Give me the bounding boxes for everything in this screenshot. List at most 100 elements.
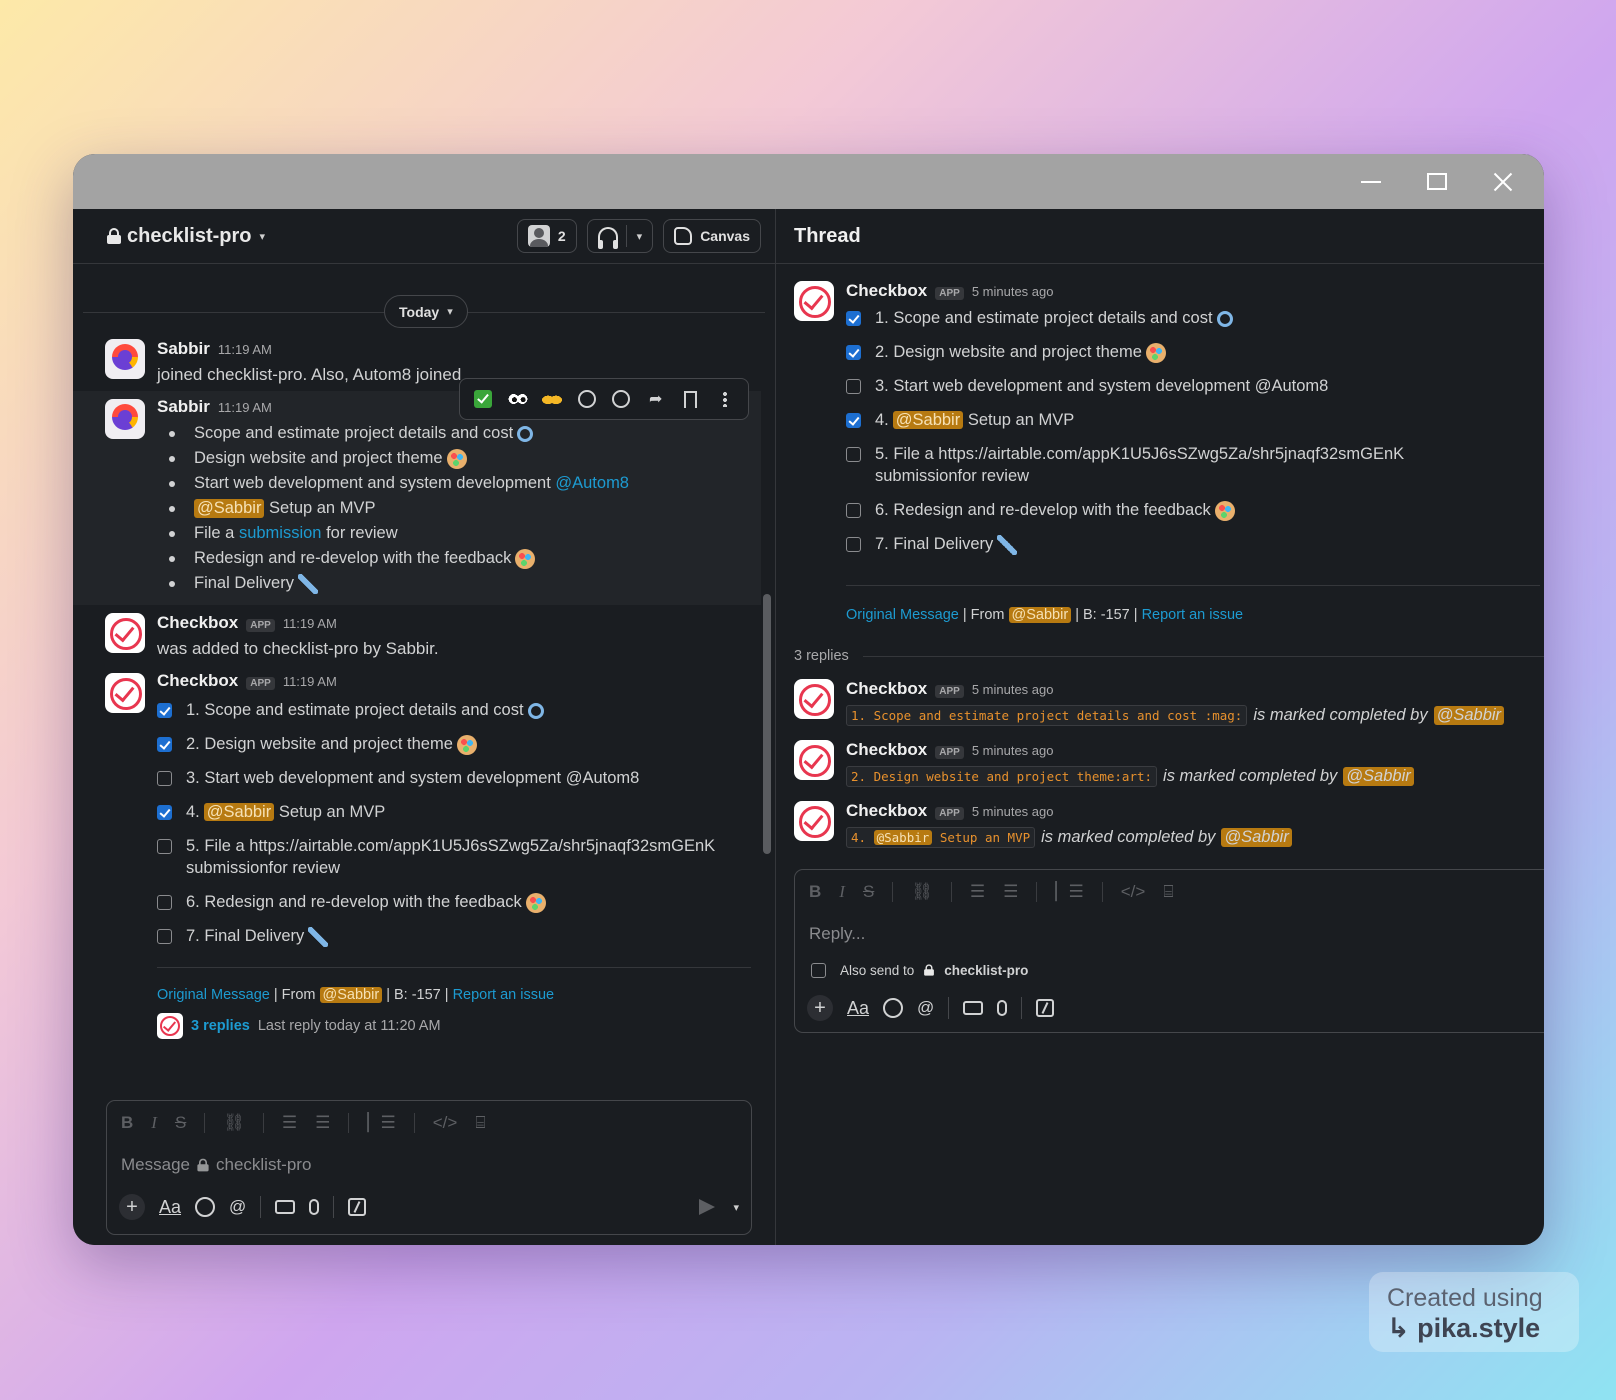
checkbox[interactable]	[157, 771, 172, 786]
original-message-link[interactable]: Original Message	[846, 607, 959, 623]
code-block-icon[interactable]: ⌸	[1163, 882, 1173, 902]
timestamp[interactable]: 11:19 AM	[283, 674, 337, 689]
checkbox[interactable]	[846, 345, 861, 360]
shortcuts-icon[interactable]	[1036, 999, 1055, 1017]
members-button[interactable]: 2	[516, 219, 577, 253]
link-icon[interactable]: ⛓	[911, 882, 933, 902]
thread-reply[interactable]: Checkbox APP 5 minutes ago 2. Design web…	[762, 736, 1530, 796]
avatar[interactable]	[794, 679, 834, 719]
thread-replies-summary[interactable]: 3 replies Last reply today at 11:20 AM	[157, 1013, 441, 1039]
channel-name-button[interactable]: checklist-pro ▾	[107, 225, 265, 248]
bold-icon[interactable]: B	[121, 1113, 133, 1133]
formatting-toggle[interactable]: Aa	[159, 1197, 181, 1218]
attach-button[interactable]: +	[807, 995, 833, 1021]
microphone-icon[interactable]	[997, 1000, 1008, 1016]
italic-icon[interactable]: I	[839, 882, 845, 902]
author-name[interactable]: Checkbox	[846, 740, 927, 760]
today-button[interactable]: Today ▾	[384, 295, 468, 328]
code-block-icon[interactable]: ⌸	[475, 1113, 485, 1133]
author-name[interactable]: Checkbox	[157, 613, 238, 633]
ordered-list-icon[interactable]: ☰	[970, 882, 985, 902]
microphone-icon[interactable]	[309, 1199, 320, 1215]
timestamp[interactable]: 11:19 AM	[283, 616, 337, 631]
message[interactable]: Sabbir 11:19 AM Scope and estimate proje…	[73, 391, 761, 605]
report-issue-link[interactable]: Report an issue	[453, 987, 555, 1003]
checkbox[interactable]	[846, 447, 861, 462]
code-icon[interactable]: </>	[1121, 882, 1146, 902]
bulleted-list-icon[interactable]: ☰	[1003, 882, 1018, 902]
checkbox[interactable]	[157, 839, 172, 854]
author-name[interactable]: Checkbox	[846, 281, 927, 301]
thread-reply[interactable]: Checkbox APP 5 minutes ago 1. Scope and …	[762, 675, 1530, 735]
checkbox[interactable]	[846, 537, 861, 552]
maximize-button[interactable]	[1404, 154, 1470, 209]
checkbox[interactable]	[846, 311, 861, 326]
react-raised-hands-button[interactable]	[542, 389, 563, 409]
author-name[interactable]: Checkbox	[157, 671, 238, 691]
timestamp[interactable]: 5 minutes ago	[972, 284, 1054, 299]
thread-reply[interactable]: Checkbox APP 5 minutes ago 4. @Sabbir Se…	[762, 797, 1530, 857]
message-input[interactable]: Message checklist-pro	[107, 1145, 751, 1185]
also-send-option[interactable]: Also send to checklist-pro	[795, 954, 1544, 986]
mention[interactable]: @Sabbir	[194, 499, 265, 518]
timestamp[interactable]: 11:19 AM	[218, 400, 272, 415]
bulleted-list-icon[interactable]: ☰	[315, 1113, 330, 1133]
strikethrough-icon[interactable]: S	[175, 1113, 186, 1133]
message[interactable]: Checkbox APP 11:19 AM 1. Scope and estim…	[73, 665, 761, 1065]
author-name[interactable]: Checkbox	[846, 801, 927, 821]
add-reaction-button[interactable]	[577, 389, 597, 409]
avatar[interactable]	[794, 740, 834, 780]
checkbox[interactable]	[157, 929, 172, 944]
checkbox[interactable]	[846, 413, 861, 428]
close-button[interactable]	[1470, 154, 1536, 209]
chevron-down-icon[interactable]: ▾	[733, 1201, 739, 1214]
checkbox[interactable]	[846, 379, 861, 394]
thread-root-message[interactable]: Checkbox APP 5 minutes ago 1. Scope and …	[762, 277, 1540, 623]
reply-in-thread-button[interactable]	[611, 389, 631, 409]
checkbox[interactable]	[157, 895, 172, 910]
avatar[interactable]	[794, 281, 834, 321]
timestamp[interactable]: 5 minutes ago	[972, 804, 1054, 819]
mention[interactable]: @Sabbir	[892, 411, 964, 429]
code-icon[interactable]: </>	[433, 1113, 458, 1133]
checkbox[interactable]	[157, 737, 172, 752]
italic-icon[interactable]: I	[151, 1113, 157, 1133]
timestamp[interactable]: 11:19 AM	[218, 342, 272, 357]
avatar[interactable]	[105, 613, 145, 653]
mention[interactable]: @Sabbir	[1008, 607, 1072, 623]
react-eyes-button[interactable]	[507, 389, 528, 409]
link-icon[interactable]: ⛓	[223, 1113, 245, 1133]
send-icon[interactable]	[699, 1199, 716, 1215]
avatar[interactable]	[105, 673, 145, 713]
avatar[interactable]	[794, 801, 834, 841]
shortcuts-icon[interactable]	[348, 1198, 367, 1216]
avatar[interactable]	[105, 399, 145, 439]
chevron-down-icon[interactable]: ▾	[637, 230, 643, 243]
video-clip-icon[interactable]	[275, 1200, 296, 1214]
mention[interactable]: @Sabbir	[319, 987, 383, 1003]
huddle-button[interactable]: ▾	[586, 219, 654, 253]
bold-icon[interactable]: B	[809, 882, 821, 902]
author-name[interactable]: Checkbox	[846, 679, 927, 699]
strikethrough-icon[interactable]: S	[863, 882, 874, 902]
mention[interactable]: @Sabbir	[1343, 767, 1414, 786]
formatting-toggle[interactable]: Aa	[847, 998, 869, 1019]
save-button[interactable]	[680, 389, 700, 409]
share-button[interactable]: ➦	[646, 389, 666, 409]
ordered-list-icon[interactable]: ☰	[282, 1113, 297, 1133]
react-check-button[interactable]	[473, 389, 493, 409]
canvas-button[interactable]: Canvas	[663, 219, 761, 253]
report-issue-link[interactable]: Report an issue	[1142, 607, 1244, 623]
blockquote-icon[interactable]: ▏☰	[367, 1113, 395, 1133]
emoji-icon[interactable]	[195, 1197, 216, 1217]
checkbox[interactable]	[157, 805, 172, 820]
original-message-link[interactable]: Original Message	[157, 987, 270, 1003]
author-name[interactable]: Sabbir	[157, 339, 210, 359]
submission-link[interactable]: submission	[239, 524, 322, 543]
timestamp[interactable]: 5 minutes ago	[972, 743, 1054, 758]
reply-input[interactable]: Reply...	[795, 914, 1544, 954]
mention[interactable]: @Sabbir	[203, 803, 275, 821]
minimize-button[interactable]	[1338, 154, 1404, 209]
avatar[interactable]	[105, 339, 145, 379]
also-send-checkbox[interactable]	[811, 962, 826, 978]
